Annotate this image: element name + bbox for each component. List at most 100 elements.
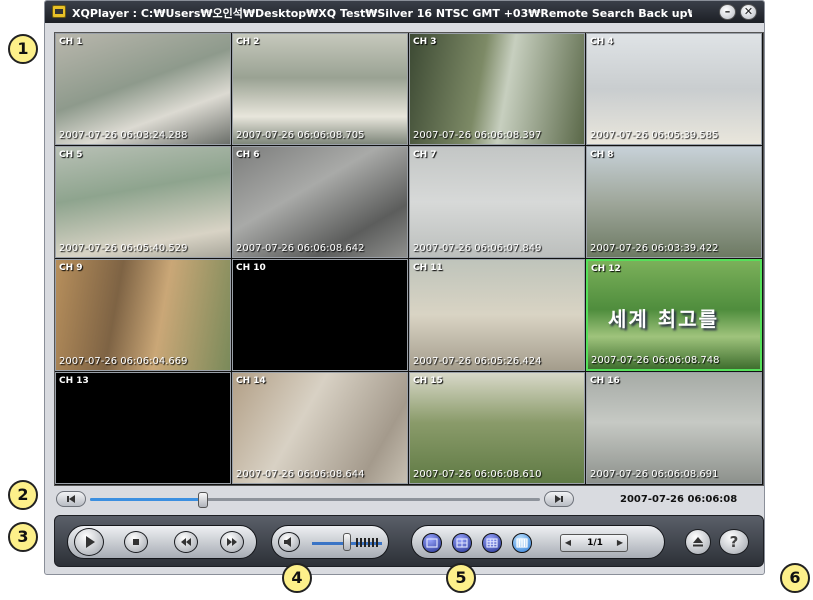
channel-tile[interactable]: CH 7 2007-07-26 06:06:07.849 (409, 146, 585, 258)
page-next-button[interactable]: ▶ (613, 535, 627, 551)
channel-timestamp: 2007-07-26 06:06:08.705 (236, 130, 365, 141)
layout-quad-button[interactable] (452, 533, 472, 553)
skip-end-icon (555, 495, 563, 503)
title-bar[interactable]: XQPlayer : C:₩Users₩오인석₩Desktop₩XQ Test₩… (45, 1, 764, 23)
channel-timestamp: 2007-07-26 06:06:07.849 (413, 243, 542, 254)
help-button[interactable]: ? (719, 529, 749, 555)
layout-single-button[interactable] (422, 533, 442, 553)
channel-timestamp: 2007-07-26 06:06:08.610 (413, 469, 542, 480)
channel-tile[interactable]: CH 2 2007-07-26 06:06:08.705 (232, 33, 408, 145)
channel-label: CH 6 (236, 150, 260, 160)
timeline (56, 491, 576, 509)
fast-forward-button[interactable] (220, 531, 244, 553)
stop-icon (133, 539, 139, 545)
channel-tile[interactable]: CH 12 세계 최고를 2007-07-26 06:06:08.748 (586, 259, 762, 371)
channel-timestamp: 2007-07-26 06:06:08.642 (236, 243, 365, 254)
channel-overlay-text: 세계 최고를 (608, 307, 719, 331)
channel-tile[interactable]: CH 6 2007-07-26 06:06:08.642 (232, 146, 408, 258)
layout-quad-icon (456, 538, 468, 548)
channel-timestamp: 2007-07-26 06:05:26.424 (413, 356, 542, 367)
play-icon (86, 536, 95, 548)
timeline-end-button[interactable] (544, 491, 574, 507)
callout-4: 4 (282, 563, 312, 593)
page-indicator: 1/1 (587, 538, 603, 548)
callout-1: 1 (8, 34, 38, 64)
volume-level-bars (356, 538, 378, 547)
timeline-progress (90, 498, 203, 501)
channel-timestamp: 2007-07-26 06:03:24.288 (59, 130, 188, 141)
channel-timestamp: 2007-07-26 06:06:08.644 (236, 469, 365, 480)
channel-label: CH 5 (59, 150, 83, 160)
channel-tile[interactable]: CH 14 2007-07-26 06:06:08.644 (232, 372, 408, 484)
channel-label: CH 8 (590, 150, 614, 160)
channel-tile[interactable]: CH 9 2007-07-26 06:06:04.669 (55, 259, 231, 371)
channel-tile[interactable]: CH 15 2007-07-26 06:06:08.610 (409, 372, 585, 484)
layout-sixteen-icon (516, 538, 528, 548)
close-button[interactable]: ✕ (740, 4, 757, 20)
speaker-icon (284, 537, 291, 547)
channel-tile[interactable]: CH 1 2007-07-26 06:03:24.288 (55, 33, 231, 145)
channel-label: CH 12 (591, 264, 621, 274)
minimize-button[interactable]: – (719, 4, 736, 20)
callout-5: 5 (446, 563, 476, 593)
layout-controls: ◀ 1/1 ▶ (411, 525, 665, 559)
channel-label: CH 7 (413, 150, 437, 160)
window-title: XQPlayer : C:₩Users₩오인석₩Desktop₩XQ Test₩… (72, 7, 692, 20)
channel-timestamp: 2007-07-26 06:06:04.669 (59, 356, 188, 367)
callout-3: 3 (8, 522, 38, 552)
channel-label: CH 15 (413, 376, 443, 386)
eject-icon (693, 537, 703, 547)
callout-6: 6 (780, 563, 810, 593)
channel-grid: CH 1 2007-07-26 06:03:24.288 CH 2 2007-07-2… (54, 32, 764, 486)
channel-label: CH 14 (236, 376, 266, 386)
channel-label: CH 4 (590, 37, 614, 47)
timeline-track[interactable] (90, 492, 540, 508)
layout-nine-icon (486, 538, 498, 548)
channel-label: CH 16 (590, 376, 620, 386)
help-icon: ? (729, 533, 739, 551)
channel-timestamp: 2007-07-26 06:06:08.748 (591, 355, 720, 366)
channel-timestamp: 2007-07-26 06:06:08.397 (413, 130, 542, 141)
channel-label: CH 2 (236, 37, 260, 47)
channel-tile[interactable]: CH 3 2007-07-26 06:06:08.397 (409, 33, 585, 145)
channel-label: CH 11 (413, 263, 443, 273)
channel-tile[interactable]: CH 8 2007-07-26 06:03:39.422 (586, 146, 762, 258)
play-button[interactable] (74, 528, 104, 556)
skip-start-icon (67, 495, 75, 503)
rewind-icon (181, 538, 191, 546)
channel-timestamp: 2007-07-26 06:06:08.691 (590, 469, 719, 480)
channel-tile[interactable]: CH 10 (232, 259, 408, 371)
volume-slider-thumb[interactable] (343, 533, 351, 551)
channel-timestamp: 2007-07-26 06:05:40.529 (59, 243, 188, 254)
app-icon (52, 5, 66, 18)
callout-2: 2 (8, 480, 38, 510)
mute-button[interactable] (278, 532, 300, 552)
layout-nine-button[interactable] (482, 533, 502, 553)
channel-label: CH 13 (59, 376, 89, 386)
layout-single-icon (426, 538, 438, 548)
eject-button[interactable] (685, 529, 711, 555)
channel-timestamp: 2007-07-26 06:03:39.422 (590, 243, 719, 254)
playback-controls (67, 525, 257, 559)
channel-tile[interactable]: CH 5 2007-07-26 06:05:40.529 (55, 146, 231, 258)
channel-tile[interactable]: CH 4 2007-07-26 06:05:39.585 (586, 33, 762, 145)
channel-label: CH 3 (413, 37, 437, 47)
layout-sixteen-button[interactable] (512, 533, 532, 553)
rewind-button[interactable] (174, 531, 198, 553)
page-prev-button[interactable]: ◀ (561, 535, 575, 551)
volume-controls (271, 525, 389, 559)
channel-label: CH 10 (236, 263, 266, 273)
timeline-slider-thumb[interactable] (197, 492, 208, 508)
page-navigator: ◀ 1/1 ▶ (560, 534, 628, 552)
channel-label: CH 1 (59, 37, 83, 47)
channel-tile[interactable]: CH 11 2007-07-26 06:05:26.424 (409, 259, 585, 371)
fast-forward-icon (227, 538, 237, 546)
channel-timestamp: 2007-07-26 06:05:39.585 (590, 130, 719, 141)
current-time: 2007-07-26 06:06:08 (620, 494, 738, 505)
stop-button[interactable] (124, 531, 148, 553)
channel-label: CH 9 (59, 263, 83, 273)
timeline-start-button[interactable] (56, 491, 86, 507)
channel-tile[interactable]: CH 13 (55, 372, 231, 484)
control-bar: ◀ 1/1 ▶ ? (54, 515, 764, 567)
channel-tile[interactable]: CH 16 2007-07-26 06:06:08.691 (586, 372, 762, 484)
